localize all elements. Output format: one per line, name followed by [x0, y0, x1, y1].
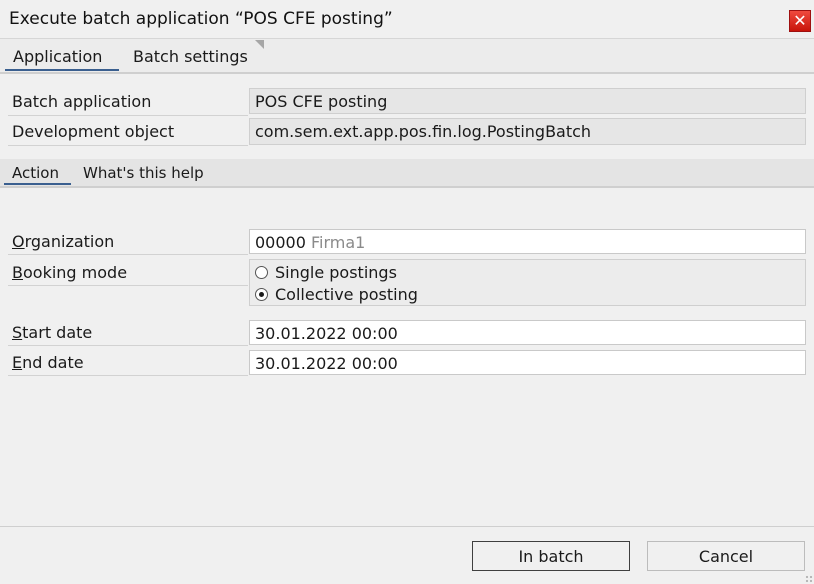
start-date-label: Start date	[12, 323, 93, 342]
in-batch-button[interactable]: In batch	[472, 541, 630, 571]
cancel-button[interactable]: Cancel	[647, 541, 805, 571]
radio-icon[interactable]	[255, 266, 268, 279]
end-date-field[interactable]: 30.01.2022 00:00	[249, 350, 806, 375]
divider	[8, 345, 248, 346]
development-object-label: Development object	[12, 122, 175, 141]
subtab-bar: Action What's this help	[0, 159, 814, 188]
booking-mode-group: Single postings Collective posting	[249, 259, 806, 306]
collective-posting-label: Collective posting	[275, 285, 418, 304]
active-tab-indicator	[5, 69, 119, 71]
tab-batch-settings[interactable]: Batch settings	[133, 47, 248, 66]
batch-application-field: POS CFE posting	[249, 88, 806, 114]
collective-posting-option[interactable]: Collective posting	[255, 285, 418, 304]
organization-name: Firma1	[311, 233, 366, 252]
single-postings-label: Single postings	[275, 263, 397, 282]
close-icon[interactable]: ✕	[789, 10, 811, 32]
tab-whats-this-help[interactable]: What's this help	[83, 164, 204, 182]
divider	[8, 375, 248, 376]
divider	[8, 254, 248, 255]
divider	[8, 145, 248, 146]
divider	[8, 285, 248, 286]
booking-mode-label: Booking mode	[12, 263, 128, 282]
active-subtab-indicator	[4, 183, 71, 185]
organization-field[interactable]: 00000 Firma1	[249, 229, 806, 254]
batch-application-label: Batch application	[12, 92, 152, 111]
tab-bar: Application Batch settings	[0, 39, 814, 74]
single-postings-option[interactable]: Single postings	[255, 263, 397, 282]
title-bar: Execute batch application “POS CFE posti…	[0, 0, 814, 39]
divider	[8, 115, 248, 116]
tab-corner-icon	[255, 40, 264, 49]
radio-selected-icon[interactable]	[255, 288, 268, 301]
development-object-field: com.sem.ext.app.pos.fin.log.PostingBatch	[249, 118, 806, 145]
tab-action[interactable]: Action	[12, 164, 59, 182]
window-title: Execute batch application “POS CFE posti…	[9, 9, 393, 29]
end-date-label: End date	[12, 353, 84, 372]
organization-code: 00000	[255, 233, 306, 252]
tab-application[interactable]: Application	[13, 47, 102, 66]
organization-label: Organization	[12, 232, 115, 251]
resize-grip-icon[interactable]	[805, 575, 813, 583]
start-date-field[interactable]: 30.01.2022 00:00	[249, 320, 806, 345]
footer-divider	[0, 526, 814, 527]
